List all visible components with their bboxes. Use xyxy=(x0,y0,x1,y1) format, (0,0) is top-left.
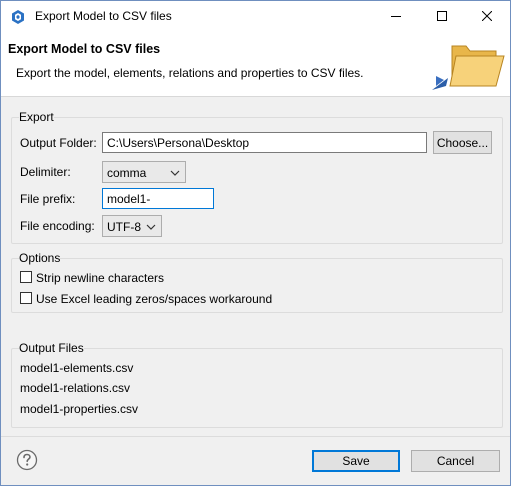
options-group-label: Options xyxy=(19,251,61,265)
header-title: Export Model to CSV files xyxy=(8,42,161,56)
header-description: Export the model, elements, relations an… xyxy=(16,66,364,80)
excel-workaround-checkbox[interactable] xyxy=(20,292,32,304)
cancel-button[interactable]: Cancel xyxy=(411,450,500,472)
footer-divider xyxy=(1,436,510,437)
close-icon xyxy=(481,10,493,24)
folder-icon xyxy=(432,36,506,94)
output-folder-input[interactable]: C:\Users\Persona\Desktop xyxy=(102,132,427,153)
help-icon[interactable] xyxy=(16,449,38,471)
choose-button[interactable]: Choose... xyxy=(433,131,492,154)
output-folder-label: Output Folder: xyxy=(20,136,97,150)
minimize-button[interactable] xyxy=(373,1,419,32)
window-title: Export Model to CSV files xyxy=(35,9,172,23)
file-prefix-input[interactable]: model1- xyxy=(102,188,214,209)
output-files-label: Output Files xyxy=(19,341,84,355)
chevron-down-icon xyxy=(170,167,180,177)
archi-app-icon xyxy=(10,9,26,25)
file-encoding-label: File encoding: xyxy=(20,219,95,233)
list-item: model1-properties.csv xyxy=(20,402,139,416)
excel-workaround-label[interactable]: Use Excel leading zeros/spaces workaroun… xyxy=(36,292,272,306)
file-encoding-select[interactable]: UTF-8 xyxy=(102,215,162,237)
file-prefix-label: File prefix: xyxy=(20,192,76,206)
strip-newline-label[interactable]: Strip newline characters xyxy=(36,271,164,285)
minimize-icon xyxy=(391,10,401,24)
export-group-label: Export xyxy=(19,110,54,124)
maximize-button[interactable] xyxy=(419,1,465,32)
title-bar[interactable]: Export Model to CSV files xyxy=(1,1,510,32)
delimiter-label: Delimiter: xyxy=(20,165,71,179)
export-dialog: Export Model to CSV files Export Model t… xyxy=(0,0,511,486)
close-button[interactable] xyxy=(464,1,510,32)
delimiter-select[interactable]: comma xyxy=(102,161,186,183)
chevron-down-icon xyxy=(146,221,156,231)
list-item: model1-relations.csv xyxy=(20,381,131,395)
list-item: model1-elements.csv xyxy=(20,361,134,375)
save-button[interactable]: Save xyxy=(312,450,400,472)
maximize-icon xyxy=(437,10,447,24)
wizard-header: Export Model to CSV files Export the mod… xyxy=(1,32,510,97)
strip-newline-checkbox[interactable] xyxy=(20,271,32,283)
